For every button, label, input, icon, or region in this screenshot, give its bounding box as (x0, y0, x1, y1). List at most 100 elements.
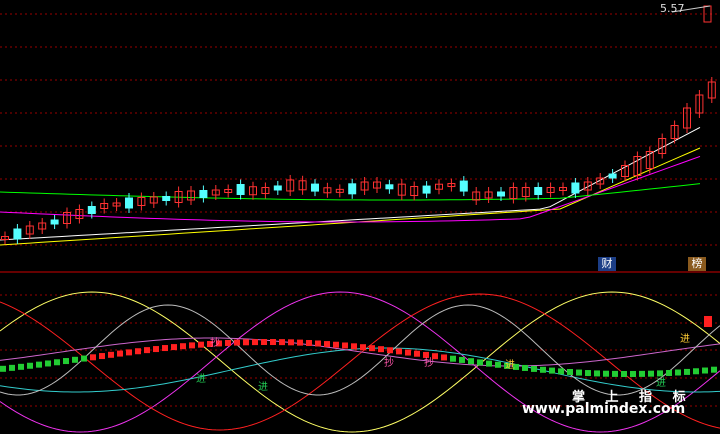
candle[interactable] (459, 180, 468, 192)
osc-bar (306, 340, 312, 347)
osc-bar (54, 359, 60, 366)
osc-bar (126, 349, 132, 356)
osc-bar (567, 368, 573, 375)
osc-bar (396, 348, 402, 355)
osc-bar (702, 367, 708, 374)
candle[interactable] (311, 183, 319, 192)
osc-bar (90, 354, 96, 361)
candle[interactable] (534, 187, 543, 195)
osc-bar (351, 343, 357, 350)
candle[interactable] (199, 190, 208, 198)
osc-bar (486, 360, 492, 367)
osc-bar (225, 339, 231, 346)
chart-canvas[interactable]: 抄抄 抄进进 进进进 (0, 0, 720, 434)
osc-bar (171, 344, 177, 351)
osc-bar (189, 342, 195, 349)
osc-bar (603, 370, 609, 377)
finance-badge[interactable]: 财 (598, 257, 616, 271)
osc-bar (666, 369, 672, 376)
osc-bar (585, 370, 591, 377)
osc-bar (279, 339, 285, 346)
osc-bar (468, 358, 474, 365)
osc-bar (522, 364, 528, 371)
osc-bar (612, 370, 618, 377)
osc-bar (405, 349, 411, 356)
osc-bar (477, 359, 483, 366)
osc-bar (72, 356, 78, 363)
candle[interactable] (608, 173, 617, 179)
osc-bar (198, 341, 204, 348)
signal-marker: 进 (196, 373, 206, 385)
signal-marker: 抄 (210, 336, 220, 349)
osc-bar (117, 350, 123, 357)
candlestick-series[interactable] (1, 5, 716, 245)
osc-bar (108, 351, 114, 358)
osc-bar (36, 361, 42, 368)
osc-bar (531, 365, 537, 372)
osc-bar (162, 345, 168, 352)
osc-bar (459, 356, 465, 363)
osc-bar (297, 339, 303, 346)
candle[interactable] (162, 196, 171, 201)
osc-bar (639, 370, 645, 377)
osc-bar (153, 346, 159, 353)
osc-bar (45, 360, 51, 367)
signal-marker: 进 (505, 359, 515, 371)
candle[interactable] (13, 228, 22, 240)
candle[interactable] (236, 184, 245, 195)
osc-bar (324, 341, 330, 348)
candle[interactable] (87, 206, 96, 214)
osc-bar (594, 370, 600, 377)
osc-bar (252, 339, 258, 346)
osc-bar (441, 354, 447, 361)
osc-bar (495, 361, 501, 368)
watermark-url: www.palmindex.com (522, 401, 686, 417)
osc-bar (333, 341, 339, 348)
osc-bar (558, 368, 564, 375)
osc-bar (693, 368, 699, 375)
osc-bar (9, 364, 15, 371)
ranking-badge[interactable]: 榜 (688, 257, 706, 271)
osc-bar (234, 339, 240, 346)
osc-bar (621, 370, 627, 377)
osc-bar (180, 343, 186, 350)
signal-marker: 抄 (424, 356, 434, 369)
signal-marker: 进 (680, 333, 690, 345)
osc-bar (270, 339, 276, 346)
candle[interactable] (422, 185, 431, 194)
candle[interactable] (348, 183, 357, 195)
osc-bar (549, 367, 555, 374)
osc-bar (63, 358, 69, 365)
candle[interactable] (273, 185, 282, 191)
candle[interactable] (385, 184, 394, 190)
osc-bar (27, 362, 33, 369)
candle[interactable] (571, 182, 580, 194)
osc-bar (648, 370, 654, 377)
osc-bar (369, 345, 375, 352)
osc-bar (704, 316, 712, 327)
osc-bar (144, 347, 150, 354)
osc-bar (81, 355, 87, 362)
osc-bar (450, 355, 456, 362)
candle[interactable] (497, 191, 505, 197)
candle[interactable] (125, 197, 133, 209)
osc-bar (414, 350, 420, 357)
ma-mid-line (0, 147, 701, 246)
last-price-label: 5.57 (660, 2, 685, 15)
osc-bar (711, 366, 717, 373)
osc-bar (99, 353, 105, 360)
candle[interactable] (50, 219, 59, 225)
osc-bar (0, 365, 6, 372)
osc-bar (243, 339, 249, 346)
osc-bar (387, 347, 393, 354)
osc-bar (342, 342, 348, 349)
osc-bar (675, 369, 681, 376)
osc-bar (288, 339, 294, 346)
osc-bar (657, 370, 663, 377)
signal-marker: 抄 (384, 356, 394, 369)
osc-bar (684, 368, 690, 375)
osc-bar (630, 370, 636, 377)
osc-bar (261, 339, 267, 346)
osc-bar (18, 363, 24, 370)
signal-marker: 进 (258, 381, 268, 393)
